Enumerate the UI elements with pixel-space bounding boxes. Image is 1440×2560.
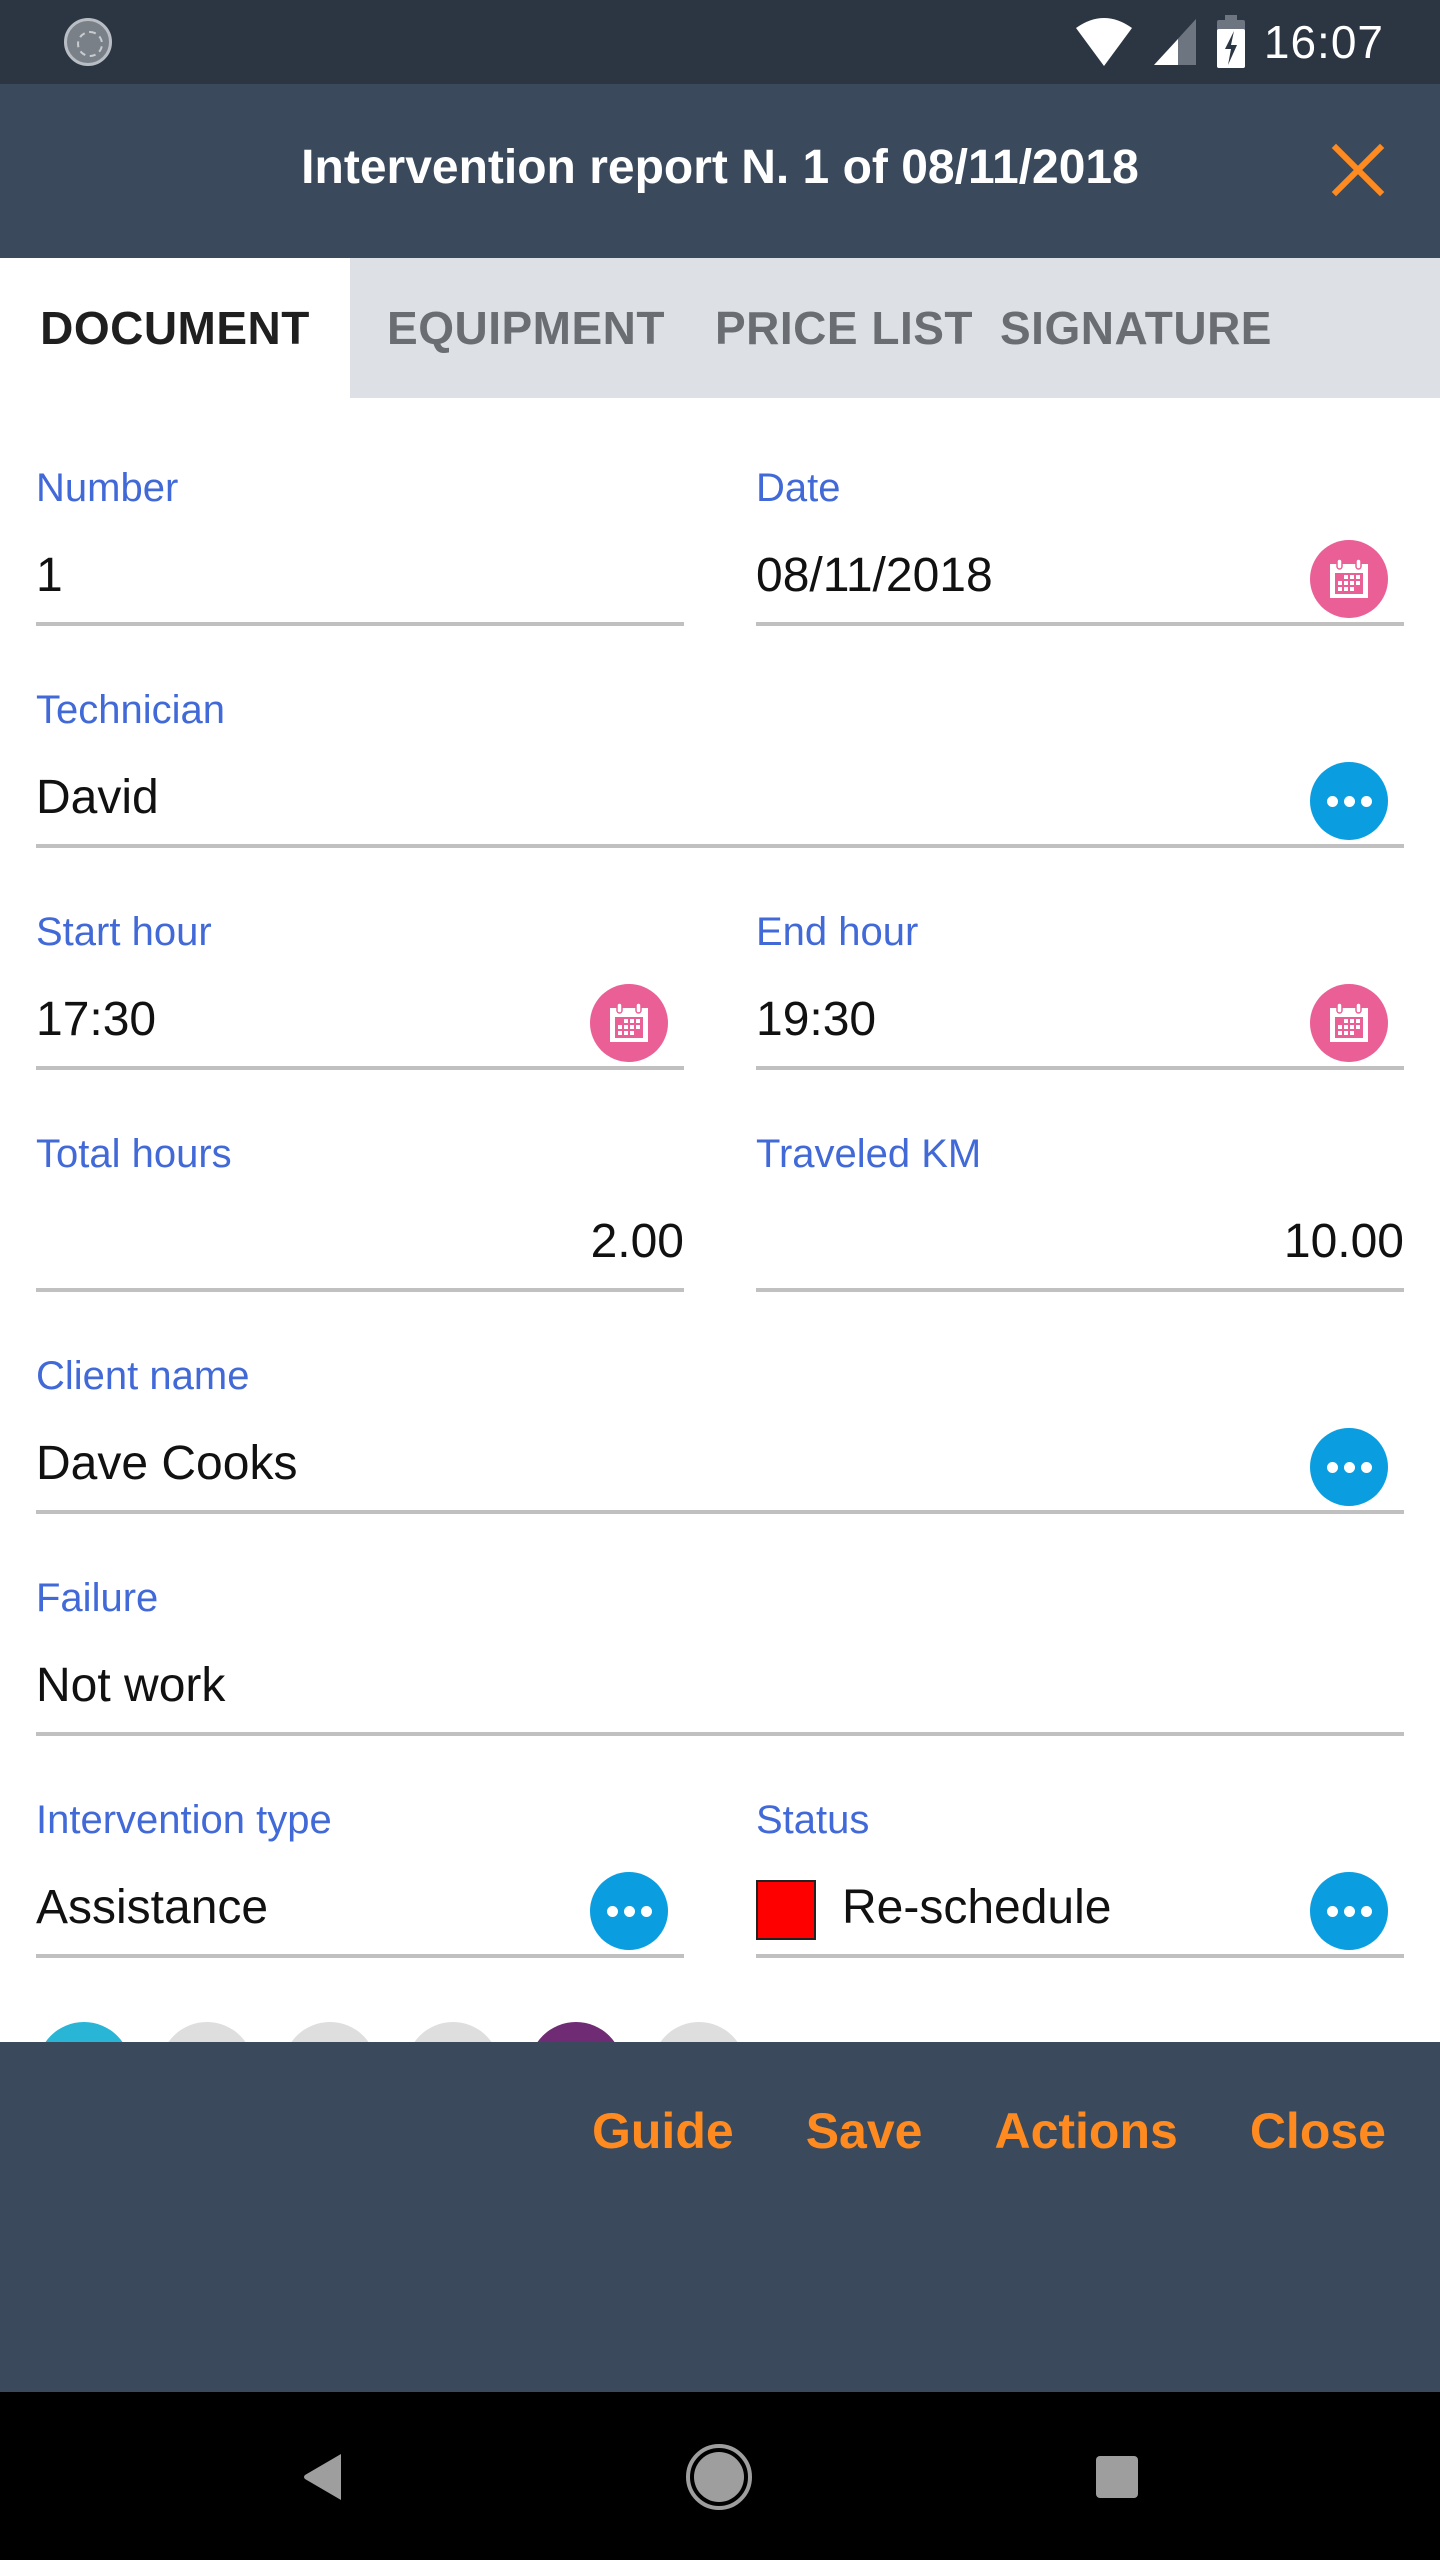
color-option[interactable] <box>652 2022 746 2042</box>
status-icons: 16:07 <box>1074 12 1384 72</box>
technician-select-button[interactable] <box>1310 762 1388 840</box>
tab-signature[interactable]: SIGNATURE <box>986 258 1286 398</box>
traveled-km-value[interactable]: 10.00 <box>1284 1214 1404 1269</box>
technician-value[interactable]: David <box>36 770 159 825</box>
number-value[interactable]: 1 <box>36 548 63 603</box>
tab-equipment[interactable]: EQUIPMENT <box>350 258 702 398</box>
number-field[interactable]: Number 1 <box>36 398 684 628</box>
date-picker-button[interactable] <box>1310 540 1388 618</box>
technician-field[interactable]: Technician David <box>36 620 1404 850</box>
end-hour-field[interactable]: End hour 19:30 <box>756 842 1404 1072</box>
technician-label: Technician <box>36 688 226 732</box>
tab-document[interactable]: DOCUMENT <box>0 258 350 398</box>
more-icon <box>1326 795 1372 807</box>
intervention-type-value[interactable]: Assistance <box>36 1880 268 1935</box>
start-hour-picker-button[interactable] <box>590 984 668 1062</box>
recents-icon <box>1096 2456 1138 2498</box>
color-option[interactable] <box>406 2022 500 2042</box>
traveled-km-label: Traveled KM <box>756 1132 982 1176</box>
client-name-value[interactable]: Dave Cooks <box>36 1436 297 1491</box>
total-hours-label: Total hours <box>36 1132 232 1176</box>
back-icon <box>304 2454 341 2500</box>
status-color-swatch <box>756 1880 816 1940</box>
status-select-button[interactable] <box>1310 1872 1388 1950</box>
actions-button[interactable]: Actions <box>994 2102 1177 2160</box>
status-field[interactable]: Status Re-schedule <box>756 1730 1404 1960</box>
signal-icon <box>1153 19 1196 65</box>
date-value[interactable]: 08/11/2018 <box>756 548 993 603</box>
color-option[interactable] <box>283 2022 377 2042</box>
end-hour-label: End hour <box>756 910 919 954</box>
tab-bar: DOCUMENT EQUIPMENT PRICE LIST SIGNATURE <box>0 258 1440 398</box>
clock: 16:07 <box>1263 16 1384 68</box>
traveled-km-field[interactable]: Traveled KM 10.00 <box>756 1064 1404 1294</box>
number-label: Number <box>36 466 179 510</box>
date-field[interactable]: Date 08/11/2018 <box>756 398 1404 628</box>
color-option[interactable] <box>160 2022 254 2042</box>
start-hour-value[interactable]: 17:30 <box>36 992 156 1047</box>
failure-field[interactable]: Failure Not work <box>36 1508 1404 1738</box>
intervention-type-underline <box>36 1954 684 1958</box>
bottom-action-bar: Guide Save Actions Close <box>0 2042 1440 2392</box>
home-icon <box>686 2444 752 2510</box>
back-button[interactable] <box>288 2442 358 2512</box>
calendar-icon <box>610 1002 648 1042</box>
start-hour-field[interactable]: Start hour 17:30 <box>36 842 684 1072</box>
calendar-icon <box>1330 1002 1368 1042</box>
calendar-icon <box>1330 558 1368 598</box>
save-button[interactable]: Save <box>806 2102 923 2160</box>
sync-icon <box>64 18 112 66</box>
status-underline <box>756 1954 1404 1958</box>
app-header: Intervention report N. 1 of 08/11/2018 <box>0 84 1440 258</box>
more-icon <box>606 1905 652 1917</box>
wifi-icon <box>1075 18 1132 66</box>
recents-button[interactable] <box>1082 2442 1152 2512</box>
color-option[interactable] <box>37 2022 131 2042</box>
document-form: Number 1 Date 08/11/2018 Technician Davi… <box>0 398 1440 2042</box>
status-value[interactable]: Re-schedule <box>842 1880 1111 1935</box>
total-hours-value[interactable]: 2.00 <box>591 1214 684 1269</box>
failure-value[interactable]: Not work <box>36 1658 225 1713</box>
date-label: Date <box>756 466 841 510</box>
more-icon <box>1326 1461 1372 1473</box>
failure-label: Failure <box>36 1576 159 1620</box>
client-select-button[interactable] <box>1310 1428 1388 1506</box>
system-nav-bar <box>0 2392 1440 2560</box>
guide-button[interactable]: Guide <box>592 2102 734 2160</box>
close-button[interactable]: Close <box>1250 2102 1386 2160</box>
intervention-type-field[interactable]: Intervention type Assistance <box>36 1730 684 1960</box>
end-hour-picker-button[interactable] <box>1310 984 1388 1062</box>
color-option[interactable] <box>529 2022 623 2042</box>
status-bar: 16:07 <box>0 0 1440 84</box>
battery-charging-icon <box>1216 15 1245 68</box>
page-title: Intervention report N. 1 of 08/11/2018 <box>301 141 1139 194</box>
client-name-label: Client name <box>36 1354 250 1398</box>
end-hour-value[interactable]: 19:30 <box>756 992 876 1047</box>
status-label: Status <box>756 1798 870 1842</box>
tab-price-list[interactable]: PRICE LIST <box>702 258 986 398</box>
close-icon[interactable] <box>1330 142 1386 198</box>
client-name-field[interactable]: Client name Dave Cooks <box>36 1286 1404 1516</box>
total-hours-field[interactable]: Total hours 2.00 <box>36 1064 684 1294</box>
intervention-type-select-button[interactable] <box>590 1872 668 1950</box>
intervention-type-label: Intervention type <box>36 1798 332 1842</box>
start-hour-label: Start hour <box>36 910 212 954</box>
more-icon <box>1326 1905 1372 1917</box>
home-button[interactable] <box>684 2442 754 2512</box>
